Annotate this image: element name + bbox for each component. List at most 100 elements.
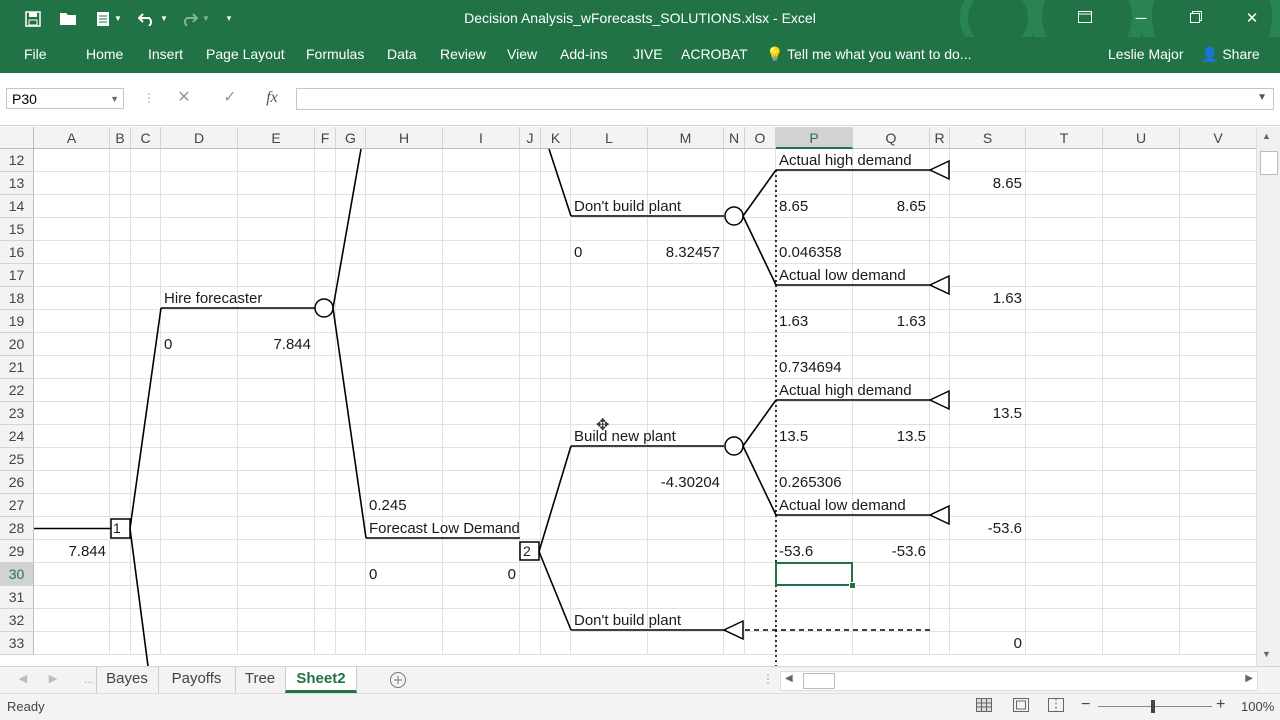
fill-handle[interactable] (849, 582, 856, 589)
scroll-left-icon[interactable]: ◀ (785, 673, 793, 684)
cell-s33[interactable]: 0 (902, 632, 1022, 655)
zoom-slider[interactable] (1098, 700, 1212, 713)
cell-j29[interactable]: 2 (523, 540, 531, 563)
chevron-down-icon[interactable]: ▼ (110, 89, 119, 110)
tab-formulas[interactable]: Formulas (306, 37, 364, 73)
cell-m26[interactable]: -4.30204 (600, 471, 720, 494)
cell-l32[interactable]: Don't build plant (574, 609, 681, 632)
more-options-icon: ⋮ (143, 91, 155, 105)
cell-p14[interactable]: 8.65 (779, 195, 808, 218)
cell-s13[interactable]: 8.65 (902, 172, 1022, 195)
cell-p19[interactable]: 1.63 (779, 310, 808, 333)
cell-h27[interactable]: 0.245 (369, 494, 407, 517)
cell-q14[interactable]: 8.65 (806, 195, 926, 218)
cell-i30[interactable]: 0 (396, 563, 516, 586)
cell-s18[interactable]: 1.63 (902, 287, 1022, 310)
scroll-down-icon[interactable]: ▼ (1262, 649, 1271, 659)
undo-icon[interactable]: ▼ (134, 0, 172, 37)
zoom-slider-thumb[interactable] (1151, 700, 1155, 713)
customize-qat-icon[interactable]: ▾ (220, 0, 238, 37)
cell-d18[interactable]: Hire forecaster (164, 287, 262, 310)
tab-jive[interactable]: JIVE (633, 37, 663, 73)
tab-data[interactable]: Data (387, 37, 417, 73)
new-document-icon[interactable]: ▼ (90, 0, 128, 37)
tab-home[interactable]: Home (86, 37, 123, 73)
minimize-icon[interactable]: ─ (1114, 0, 1168, 37)
cell-p17[interactable]: Actual low demand (779, 264, 906, 287)
chance-node-forecast (314, 298, 334, 318)
zoom-level[interactable]: 100% (1241, 699, 1274, 714)
share-button[interactable]: 👤 Share (1201, 37, 1260, 73)
prev-sheet-icon[interactable]: ◀ (14, 667, 32, 693)
cell-d20[interactable]: 0 (164, 333, 172, 356)
person-icon: 👤 (1201, 46, 1219, 62)
save-icon[interactable] (20, 0, 46, 37)
close-icon[interactable]: ✕ (1225, 0, 1279, 37)
add-sheet-icon[interactable] (386, 667, 410, 693)
cell-p22[interactable]: Actual high demand (779, 379, 912, 402)
folder-open-icon[interactable] (55, 0, 81, 37)
vertical-scrollbar[interactable]: ▲ ▼ (1256, 127, 1280, 666)
cell-p24[interactable]: 13.5 (779, 425, 808, 448)
scroll-thumb[interactable] (1260, 151, 1278, 175)
normal-view-icon[interactable] (976, 698, 992, 715)
page-break-view-icon[interactable] (1048, 698, 1064, 715)
zoom-in-icon[interactable]: + (1216, 696, 1225, 714)
cell-p12[interactable]: Actual high demand (779, 149, 912, 172)
tab-file[interactable]: File (24, 37, 47, 73)
tab-splitter-icon[interactable]: ⋮ (762, 672, 774, 686)
tab-add-ins[interactable]: Add-ins (560, 37, 607, 73)
scroll-right-icon[interactable]: ▶ (1245, 673, 1253, 684)
selected-cell-border[interactable] (775, 562, 853, 586)
redo-icon[interactable]: ▼ (176, 0, 214, 37)
cell-p21[interactable]: 0.734694 (779, 356, 842, 379)
tell-me-text: Tell me what you want to do... (787, 46, 972, 62)
page-layout-view-icon[interactable] (1013, 698, 1029, 715)
cell-l14[interactable]: Don't build plant (574, 195, 681, 218)
name-box[interactable]: P30 ▼ (6, 88, 124, 109)
cursor-crosshair-icon: ✥ (596, 417, 610, 434)
tell-me-search[interactable]: 💡 Tell me what you want to do... (766, 37, 972, 73)
cell-a29[interactable]: 7.844 (0, 540, 106, 563)
next-sheet-icon[interactable]: ▶ (44, 667, 62, 693)
cell-e20[interactable]: 7.844 (191, 333, 311, 356)
cell-p27[interactable]: Actual low demand (779, 494, 906, 517)
cell-p16[interactable]: 0.046358 (779, 241, 842, 264)
cell-l24[interactable]: Build new plant (574, 425, 676, 448)
horizontal-scroll-thumb[interactable] (803, 673, 835, 689)
restore-icon[interactable] (1169, 0, 1223, 37)
cell-h28[interactable]: Forecast Low Demand (369, 517, 520, 540)
expand-formula-icon[interactable]: ▼ (1257, 92, 1267, 103)
horizontal-scrollbar[interactable]: ◀ ▶ (780, 671, 1258, 691)
sheet-tab-bayes[interactable]: Bayes (96, 667, 157, 693)
sheet-tab-tree[interactable]: Tree (235, 667, 284, 693)
cell-l16[interactable]: 0 (574, 241, 582, 264)
zoom-out-icon[interactable]: − (1081, 696, 1090, 714)
tab-page-layout[interactable]: Page Layout (206, 37, 285, 73)
tab-view[interactable]: View (507, 37, 537, 73)
cell-p26[interactable]: 0.265306 (779, 471, 842, 494)
tab-ellipsis-icon[interactable]: … (84, 675, 94, 686)
cell-m16[interactable]: 8.32457 (600, 241, 720, 264)
cell-q29[interactable]: -53.6 (806, 540, 926, 563)
sheet-tab-payoffs[interactable]: Payoffs (158, 667, 234, 693)
user-name[interactable]: Leslie Major (1108, 37, 1183, 73)
cancel-icon[interactable]: ✕ (172, 86, 196, 110)
cell-q19[interactable]: 1.63 (806, 310, 926, 333)
ribbon-display-icon[interactable] (1058, 0, 1112, 37)
tab-review[interactable]: Review (440, 37, 486, 73)
enter-check-icon[interactable]: ✓ (218, 86, 242, 110)
worksheet-grid[interactable]: ABCDEFGHIJKLMNOPQRSTUV 12 13 14 15 16 17 18 19 2… (0, 127, 1256, 666)
cell-s23[interactable]: 13.5 (902, 402, 1022, 425)
cell-q24[interactable]: 13.5 (806, 425, 926, 448)
chance-node-demand-2 (724, 436, 744, 456)
cell-b28[interactable]: 1 (113, 517, 121, 540)
scroll-up-icon[interactable]: ▲ (1262, 131, 1271, 141)
tab-acrobat[interactable]: ACROBAT (681, 37, 748, 73)
tab-insert[interactable]: Insert (148, 37, 183, 73)
cell-h30[interactable]: 0 (369, 563, 377, 586)
insert-function-icon[interactable]: fx (260, 86, 284, 110)
formula-input[interactable]: ▼ (296, 88, 1274, 110)
cell-s28[interactable]: -53.6 (902, 517, 1022, 540)
sheet-tab-sheet2[interactable]: Sheet2 (285, 667, 357, 693)
